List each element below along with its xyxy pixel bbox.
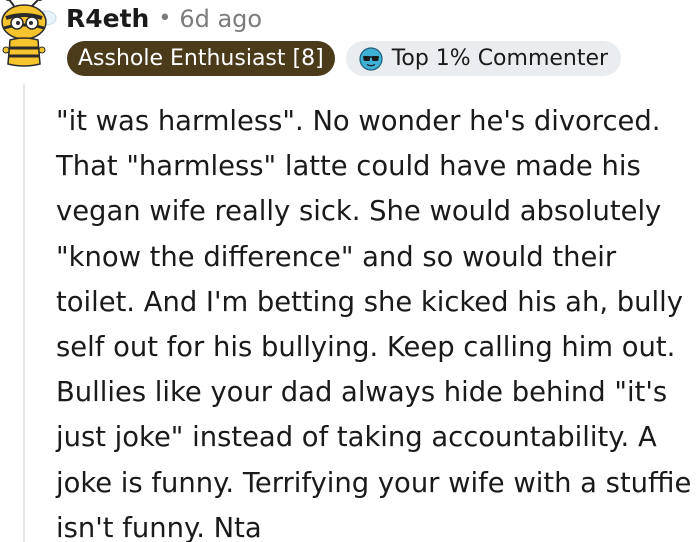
- comment-body-line: self out for his bullying. Keep calling …: [56, 332, 676, 364]
- comment-body-line: just joke" instead of taking accountabil…: [56, 422, 657, 454]
- flair-row: Asshole Enthusiast [8] Top 1% Commenter: [67, 41, 622, 76]
- user-avatar[interactable]: [0, 0, 58, 70]
- sunglasses-icon: [358, 46, 384, 72]
- thread-collapse-line[interactable]: [23, 84, 25, 542]
- comment-body-line: joke is funny. Terrifying your wife with…: [56, 467, 692, 499]
- snoo-avatar-icon: [1, 0, 57, 67]
- comment-body-line: That "harmless" latte could have made hi…: [56, 151, 641, 183]
- achievement-flair[interactable]: Top 1% Commenter: [345, 41, 622, 76]
- comment-body-line: Bullies like your dad always hide behind…: [56, 377, 668, 409]
- username-link[interactable]: R4eth: [66, 4, 149, 33]
- timestamp[interactable]: 6d ago: [179, 5, 262, 33]
- comment-body-line: vegan wife really sick. She would absolu…: [56, 196, 662, 228]
- meta-separator: •: [158, 6, 172, 31]
- comment: R4eth • 6d ago Asshole Enthusiast [8] To…: [0, 0, 700, 542]
- comment-meta: R4eth • 6d ago: [66, 4, 262, 33]
- comment-body: "it was harmless". No wonder he's divorc…: [56, 99, 696, 542]
- achievement-flair-label: Top 1% Commenter: [391, 46, 609, 71]
- comment-body-line: "know the difference" and so would their: [56, 241, 617, 273]
- comment-body-line: "it was harmless". No wonder he's divorc…: [56, 106, 661, 137]
- user-flair: Asshole Enthusiast [8]: [67, 41, 335, 76]
- comment-body-line: toilet. And I'm betting she kicked his a…: [56, 286, 683, 318]
- comment-body-line: isn't funny. Nta: [56, 512, 262, 542]
